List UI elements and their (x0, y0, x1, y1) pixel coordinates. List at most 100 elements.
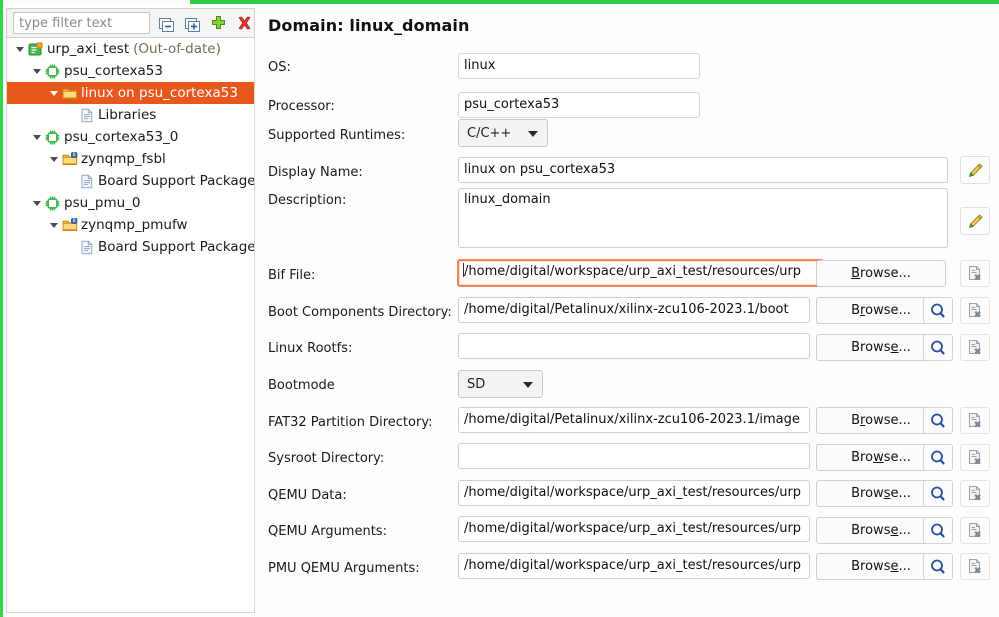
description-field[interactable]: linux_domain (458, 188, 948, 248)
bif-file-browse-button[interactable]: Browse... (816, 260, 946, 287)
qemu-data-clear-button[interactable] (960, 480, 990, 507)
file-icon (78, 240, 95, 255)
clear-file-icon (968, 266, 981, 281)
linux-rootfs-clear-button[interactable] (960, 334, 990, 361)
tree-item[interactable]: Bzynqmp_fsbl (7, 148, 254, 170)
tree-item[interactable]: linux on psu_cortexa53 (7, 82, 254, 104)
linux-rootfs-search-button[interactable] (923, 334, 953, 361)
expand-all-icon[interactable] (182, 12, 202, 34)
tree-item[interactable]: Board Support Package (7, 236, 254, 258)
magnifier-icon (931, 413, 945, 427)
sysroot-clear-button[interactable] (960, 444, 990, 471)
domain-folder-icon (61, 86, 78, 101)
qemu-data-label: QEMU Data: (268, 488, 347, 503)
processor-icon (44, 130, 61, 145)
clear-file-icon (968, 486, 981, 501)
expand-arrow-icon[interactable] (47, 218, 61, 232)
svg-text:B: B (72, 152, 75, 157)
tree-item[interactable]: Board Support Package (7, 170, 254, 192)
supported-runtimes-value: C/C++ (467, 125, 512, 141)
magnifier-icon (931, 523, 945, 537)
supported-runtimes-label: Supported Runtimes: (268, 128, 406, 143)
boot-components-field[interactable]: /home/digital/Petalinux/xilinx-zcu106-20… (458, 297, 810, 323)
tree-item[interactable]: psu_cortexa53 (7, 60, 254, 82)
expand-arrow-icon[interactable] (13, 42, 27, 56)
expand-arrow-icon[interactable] (47, 86, 61, 100)
sysroot-search-button[interactable] (923, 444, 953, 471)
clear-file-icon (968, 303, 981, 318)
pmu-qemu-args-field[interactable]: /home/digital/workspace/urp_axi_test/res… (458, 553, 810, 579)
fat32-label: FAT32 Partition Directory: (268, 415, 433, 430)
tree-item-label: zynqmp_fsbl (81, 151, 166, 167)
add-icon[interactable] (208, 12, 228, 34)
tree-item[interactable]: psu_pmu_0 (7, 192, 254, 214)
platform-tree[interactable]: urp_axi_test (Out-of-date) psu_cortexa53 li… (6, 38, 255, 613)
tree-item-label: urp_axi_test (47, 41, 130, 57)
display-name-label: Display Name: (268, 165, 363, 180)
tree-item-label: Board Support Package (98, 173, 255, 189)
platform-icon (27, 42, 44, 57)
tree-item-label: Board Support Package (98, 239, 255, 255)
supported-runtimes-combo[interactable]: C/C++ (458, 119, 548, 147)
platform-tree-panel: urp_axi_test(Out-of-date) psu_cortexa53li… (6, 4, 255, 613)
display-name-field[interactable]: linux on psu_cortexa53 (458, 157, 948, 183)
qemu-args-field[interactable]: /home/digital/workspace/urp_axi_test/res… (458, 516, 810, 542)
tree-item[interactable]: Libraries (7, 104, 254, 126)
clear-file-icon (968, 450, 981, 465)
fat32-clear-button[interactable] (960, 407, 990, 434)
tree-item-status: (Out-of-date) (133, 41, 221, 57)
window-left-accent (0, 0, 3, 617)
qemu-data-field[interactable]: /home/digital/workspace/urp_axi_test/res… (458, 480, 810, 506)
svg-text:B: B (72, 218, 75, 223)
collapse-all-icon[interactable] (156, 12, 176, 34)
tree-item-label: linux on psu_cortexa53 (81, 85, 238, 101)
tree-item-label: psu_pmu_0 (64, 195, 141, 211)
pmu-qemu-args-label: PMU QEMU Arguments: (268, 561, 420, 576)
bootmode-label: Bootmode (268, 378, 335, 393)
bootmode-combo[interactable]: SD (458, 370, 543, 398)
fat32-field[interactable]: /home/digital/Petalinux/xilinx-zcu106-20… (458, 407, 810, 433)
fat32-browse-label: Browse... (851, 413, 911, 428)
linux-rootfs-label: Linux Rootfs: (268, 341, 353, 356)
boot-components-browse-label: Browse... (851, 303, 911, 318)
pmu-qemu-args-search-button[interactable] (923, 553, 953, 580)
filter-input[interactable] (13, 12, 150, 34)
boot-components-clear-button[interactable] (960, 297, 990, 324)
bif-file-browse-label: Browse... (851, 266, 911, 281)
magnifier-icon (931, 340, 945, 354)
qemu-args-search-button[interactable] (923, 517, 953, 544)
bif-file-value: /home/digital/workspace/urp_axi_test/res… (464, 264, 802, 279)
description-edit-button[interactable] (960, 207, 990, 235)
boot-components-search-button[interactable] (923, 297, 953, 324)
fat32-search-button[interactable] (923, 407, 953, 434)
qemu-args-browse-label: Browse... (851, 523, 911, 538)
tree-item[interactable]: urp_axi_test (Out-of-date) (7, 38, 254, 60)
page-title: Domain: linux_domain (268, 16, 470, 35)
tree-toolbar (6, 8, 255, 38)
qemu-data-search-button[interactable] (923, 480, 953, 507)
bif-file-field[interactable]: /home/digital/workspace/urp_axi_test/res… (457, 259, 824, 287)
clear-file-icon (968, 340, 981, 355)
display-name-edit-button[interactable] (960, 156, 990, 184)
tree-item[interactable]: psu_cortexa53_0 (7, 126, 254, 148)
os-label: OS: (268, 60, 291, 75)
chevron-down-icon (528, 131, 538, 137)
pmu-qemu-args-clear-button[interactable] (960, 553, 990, 580)
sysroot-field[interactable] (458, 443, 810, 469)
processor-field[interactable]: psu_cortexa53 (458, 92, 700, 118)
expand-arrow-icon[interactable] (30, 130, 44, 144)
magnifier-icon (931, 303, 945, 317)
pencil-icon (968, 213, 983, 228)
bsp-folder-icon: B (61, 151, 78, 167)
delete-icon[interactable] (234, 12, 254, 34)
os-field[interactable]: linux (458, 53, 700, 79)
expand-arrow-icon[interactable] (30, 196, 44, 210)
expand-arrow-icon[interactable] (47, 152, 61, 166)
tree-item[interactable]: Bzynqmp_pmufw (7, 214, 254, 236)
bif-file-clear-button[interactable] (960, 260, 990, 287)
qemu-args-clear-button[interactable] (960, 517, 990, 544)
expand-arrow-icon[interactable] (30, 64, 44, 78)
linux-rootfs-field[interactable] (458, 333, 810, 359)
